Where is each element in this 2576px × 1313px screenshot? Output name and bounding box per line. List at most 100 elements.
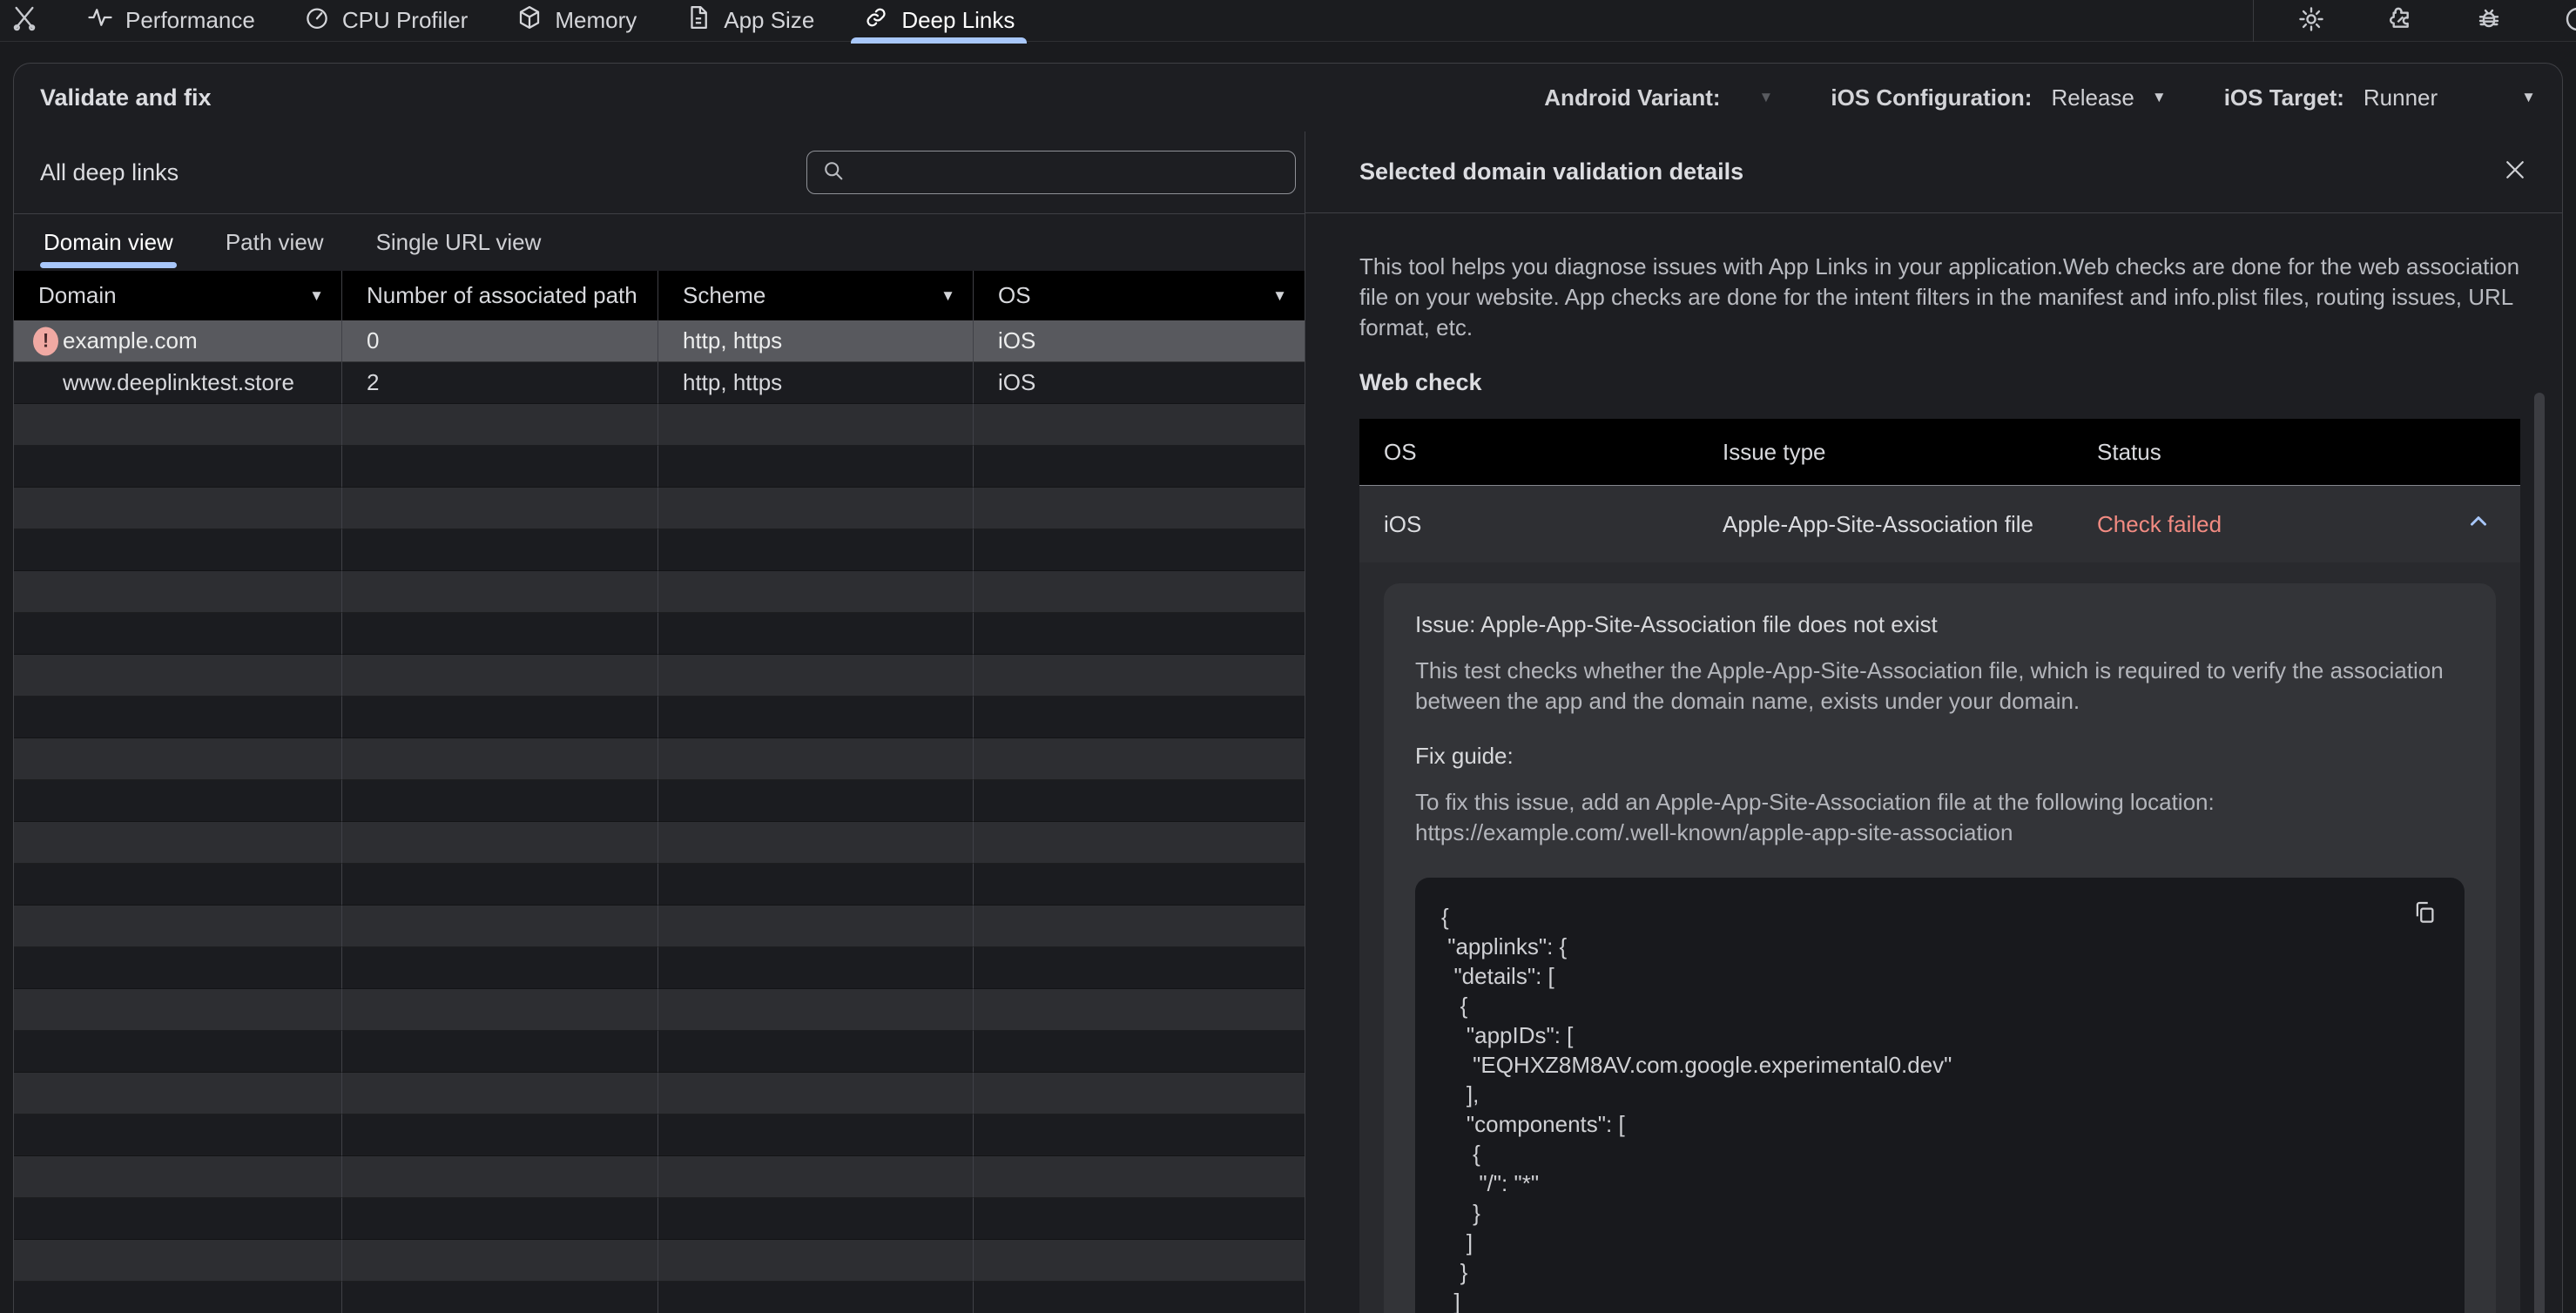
settings-button[interactable] [2294, 3, 2329, 38]
validate-and-fix-card: Validate and fix Android Variant: ▼ iOS … [13, 63, 2563, 1313]
empty-table-row [14, 1240, 1305, 1282]
card-header: Validate and fix Android Variant: ▼ iOS … [14, 64, 2562, 131]
chevron-down-icon: ▼ [1758, 89, 1774, 105]
os-value: iOS [1384, 510, 1422, 537]
tab-label: Deep Links [901, 7, 1015, 33]
empty-table-row [14, 404, 1305, 446]
empty-table-row [14, 989, 1305, 1031]
deep-links-table: Domain ▼ Number of associated path Schem… [14, 271, 1305, 1313]
card-body: All deep links Domain view Path view Sin… [14, 131, 2562, 1313]
issue-details-container: Issue: Apple-App-Site-Association file d… [1359, 562, 2520, 1313]
web-check-row-ios[interactable]: iOS Apple-App-Site-Association file Chec… [1359, 486, 2520, 562]
ios-configuration-label: iOS Configuration: [1831, 84, 2033, 111]
fix-guide-text: To fix this issue, add an Apple-App-Site… [1415, 789, 2215, 845]
sort-caret-icon[interactable]: ▼ [941, 287, 955, 305]
plugin-icon [2386, 5, 2414, 37]
topbar-action-icons [2253, 0, 2576, 42]
empty-table-row [14, 738, 1305, 780]
link-icon [863, 4, 889, 37]
tab-path-view[interactable]: Path view [222, 214, 327, 271]
tab-label: CPU Profiler [341, 7, 469, 33]
list-toolbar: All deep links [14, 131, 1305, 213]
web-check-heading: Web check [1359, 369, 1482, 395]
tab-app-size[interactable]: App Size [661, 0, 839, 41]
tool-description: This tool helps you diagnose issues with… [1359, 253, 2520, 340]
tab-performance[interactable]: Performance [63, 0, 280, 41]
package-icon [516, 4, 543, 37]
status-badge: Check failed [2097, 510, 2222, 537]
tools-button[interactable] [5, 4, 44, 37]
main-area: Validate and fix Android Variant: ▼ iOS … [0, 42, 2576, 1313]
plugins-button[interactable] [2383, 3, 2418, 38]
fix-guide-label: Fix guide: [1415, 743, 1514, 769]
empty-table-row [14, 780, 1305, 822]
ios-configuration-value: Release [2051, 84, 2134, 111]
tab-memory[interactable]: Memory [492, 0, 661, 41]
search-box[interactable] [806, 151, 1296, 194]
ios-target-dropdown[interactable]: iOS Target: Runner ▼ [2224, 84, 2536, 111]
chevron-down-icon: ▼ [2151, 89, 2167, 105]
column-label: Domain [38, 282, 117, 308]
aasa-json-code: { "applinks": { "details": [ { "appIDs":… [1441, 904, 1952, 1313]
table-row[interactable]: ! example.com 0 http, https iOS [14, 320, 1305, 362]
details-title: Selected domain validation details [1359, 158, 1744, 185]
column-header-os[interactable]: OS ▼ [974, 271, 1305, 320]
view-tab-label: Single URL view [375, 229, 542, 255]
debug-button[interactable] [2471, 3, 2506, 38]
tab-deep-links[interactable]: Deep Links [839, 0, 1039, 44]
column-header-scheme[interactable]: Scheme ▼ [658, 271, 974, 320]
empty-table-row [14, 446, 1305, 488]
vertical-scrollbar[interactable] [2534, 393, 2545, 1313]
domain-cell: ! example.com [14, 320, 342, 362]
deep-links-list-panel: All deep links Domain view Path view Sin… [14, 131, 1305, 1313]
table-row[interactable]: www.deeplinktest.store 2 http, https iOS [14, 362, 1305, 404]
ios-configuration-dropdown[interactable]: iOS Configuration: Release ▼ [1831, 84, 2166, 111]
empty-table-row [14, 1031, 1305, 1073]
sort-caret-icon[interactable]: ▼ [1272, 287, 1287, 305]
issue-card: Issue: Apple-App-Site-Association file d… [1384, 583, 2496, 1313]
table-body: ! example.com 0 http, https iOS www.deeplinkt… [14, 320, 1305, 1313]
empty-table-row [14, 1282, 1305, 1313]
column-label: Number of associated path [367, 282, 637, 308]
empty-table-row [14, 947, 1305, 989]
empty-table-row [14, 571, 1305, 613]
topbar-separator [2253, 0, 2254, 42]
empty-table-row [14, 488, 1305, 529]
search-input[interactable] [856, 159, 1281, 185]
issue-description: This test checks whether the Apple-App-S… [1415, 657, 2444, 714]
tab-domain-view[interactable]: Domain view [40, 214, 177, 271]
issue-type-value: Apple-App-Site-Association file [1723, 510, 2033, 537]
list-title: All deep links [40, 158, 179, 185]
sort-caret-icon[interactable]: ▼ [309, 287, 324, 305]
deep-links-tool-window: Performance CPU Profiler Memory App Size [0, 0, 2576, 1313]
page-title: Validate and fix [40, 84, 212, 111]
recent-button[interactable] [2560, 3, 2576, 38]
os-cell: iOS [974, 362, 1305, 404]
collapse-row-button[interactable] [2461, 507, 2496, 542]
empty-table-row [14, 529, 1305, 571]
column-label: Scheme [683, 282, 766, 308]
column-header-domain[interactable]: Domain ▼ [14, 271, 342, 320]
empty-table-row [14, 697, 1305, 738]
copy-button[interactable] [2407, 897, 2442, 932]
column-header-paths[interactable]: Number of associated path [342, 271, 658, 320]
column-header-issue-type: Issue type [1723, 438, 1826, 465]
tab-single-url-view[interactable]: Single URL view [373, 214, 545, 271]
close-button[interactable] [2498, 155, 2532, 190]
tab-cpu-profiler[interactable]: CPU Profiler [280, 0, 492, 41]
column-label: OS [998, 282, 1031, 308]
search-icon [821, 158, 846, 187]
view-tabs: Domain view Path view Single URL view [14, 213, 1305, 271]
view-tab-label: Domain view [44, 229, 173, 255]
aasa-code-block: { "applinks": { "details": [ { "appIDs":… [1415, 878, 2465, 1313]
empty-table-row [14, 613, 1305, 655]
copy-icon [2411, 899, 2438, 930]
crossed-tools-icon [10, 4, 38, 37]
android-variant-label: Android Variant: [1544, 84, 1721, 111]
paths-cell: 0 [342, 320, 658, 362]
os-cell: iOS [974, 320, 1305, 362]
table-header-row: Domain ▼ Number of associated path Schem… [14, 271, 1305, 320]
domain-cell: www.deeplinktest.store [14, 362, 342, 404]
bug-icon [2475, 5, 2503, 37]
android-variant-dropdown[interactable]: Android Variant: ▼ [1544, 84, 1773, 111]
